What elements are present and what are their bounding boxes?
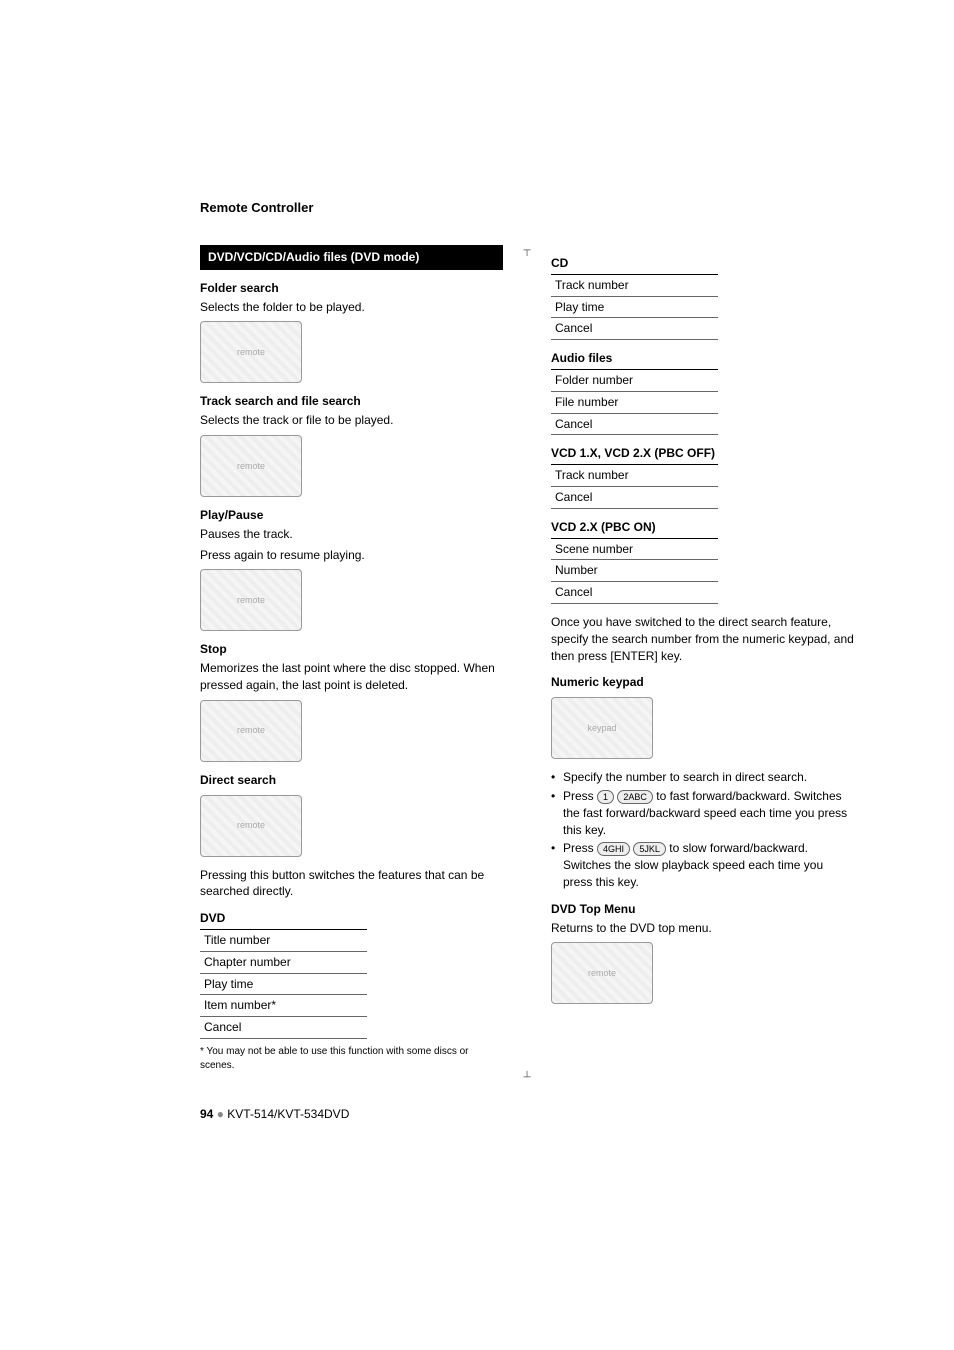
table-row: Cancel [551,318,718,340]
left-column: DVD/VCD/CD/Audio files (DVD mode) Folder… [200,245,503,1083]
key-2-icon: 2ABC [617,790,653,804]
dvd-top-menu-desc: Returns to the DVD top menu. [551,920,854,937]
remote-image-icon: remote [200,435,302,497]
table-row: Play time [200,974,367,996]
folder-search-heading: Folder search [200,280,503,297]
list-item: Specify the number to search in direct s… [551,769,854,786]
table-row: Cancel [551,487,718,509]
direct-search-heading: Direct search [200,772,503,789]
table-row: Scene number [551,539,718,561]
table-row: Cancel [551,414,718,436]
page-footer: 94 ● KVT-514/KVT-534DVD [200,1107,854,1121]
model-label: KVT-514/KVT-534DVD [227,1107,349,1121]
tick-icon: ┬ [523,245,530,256]
cd-table: Track number Play time Cancel [551,274,718,340]
page-number: 94 [200,1107,213,1121]
vcd-off-table: Track number Cancel [551,464,718,509]
table-row: Number [551,560,718,582]
key-4-icon: 4GHI [597,842,630,856]
direct-search-desc: Pressing this button switches the featur… [200,867,503,901]
list-item: Press 1 2ABC to fast forward/backward. S… [551,788,854,838]
mode-title-bar: DVD/VCD/CD/Audio files (DVD mode) [200,245,503,270]
table-row: Title number [200,930,367,952]
numeric-keypad-heading: Numeric keypad [551,674,854,691]
bullet-text: Specify the number to search in direct s… [563,770,807,784]
track-search-heading: Track search and file search [200,393,503,410]
remote-image-icon: remote [200,321,302,383]
after-switch-para: Once you have switched to the direct sea… [551,614,854,664]
remote-image-icon: remote [200,700,302,762]
remote-image-icon: remote [551,942,653,1004]
play-pause-desc2: Press again to resume playing. [200,547,503,564]
play-pause-desc1: Pauses the track. [200,526,503,543]
bullet-text: Press [563,841,597,855]
table-row: Folder number [551,370,718,392]
table-row: Play time [551,297,718,319]
cd-heading: CD [551,255,854,272]
list-item: Press 4GHI 5JKL to slow forward/backward… [551,840,854,890]
folder-search-desc: Selects the folder to be played. [200,299,503,316]
table-row: Chapter number [200,952,367,974]
dot-icon: ● [217,1107,228,1121]
vcd-on-heading: VCD 2.X (PBC ON) [551,519,854,536]
vcd-on-table: Scene number Number Cancel [551,538,718,604]
two-column-layout: DVD/VCD/CD/Audio files (DVD mode) Folder… [200,245,854,1083]
stop-desc: Memorizes the last point where the disc … [200,660,503,694]
dvd-table: Title number Chapter number Play time It… [200,929,367,1039]
audio-files-table: Folder number File number Cancel [551,369,718,435]
table-row: File number [551,392,718,414]
right-column: CD Track number Play time Cancel Audio f… [551,245,854,1083]
numeric-keypad-list: Specify the number to search in direct s… [551,769,854,891]
remote-image-icon: remote [200,569,302,631]
column-divider: ┬ ┴ [523,245,531,1083]
key-1-icon: 1 [597,790,614,804]
vcd-off-heading: VCD 1.X, VCD 2.X (PBC OFF) [551,445,854,462]
remote-image-icon: remote [200,795,302,857]
remote-image-icon: keypad [551,697,653,759]
key-5-icon: 5JKL [633,842,666,856]
tick-icon: ┴ [523,1072,530,1083]
table-row: Track number [551,275,718,297]
table-row: Cancel [551,582,718,604]
table-row: Item number* [200,995,367,1017]
dvd-footnote: * You may not be able to use this functi… [200,1045,503,1073]
section-header: Remote Controller [200,200,854,215]
table-row: Track number [551,465,718,487]
bullet-text: Press [563,789,597,803]
play-pause-heading: Play/Pause [200,507,503,524]
dvd-heading: DVD [200,910,503,927]
dvd-top-menu-heading: DVD Top Menu [551,901,854,918]
table-row: Cancel [200,1017,367,1039]
audio-files-heading: Audio files [551,350,854,367]
track-search-desc: Selects the track or file to be played. [200,412,503,429]
stop-heading: Stop [200,641,503,658]
